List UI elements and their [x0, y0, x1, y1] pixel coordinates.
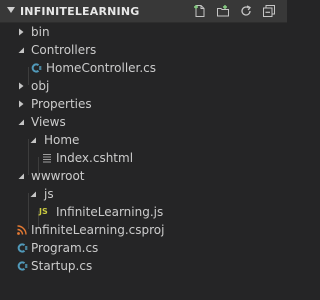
tree-item-home[interactable]: Home [0, 131, 287, 149]
csharp-file-icon [31, 63, 42, 73]
tree-item-label: Properties [31, 97, 92, 111]
chevron-right-icon[interactable] [17, 28, 25, 36]
tree-item-label: bin [31, 25, 50, 39]
chevron-down-icon[interactable] [17, 118, 25, 126]
tree-item-label: Home [44, 133, 80, 147]
tree-item-label: js [44, 187, 54, 201]
tree-item-index-cshtml[interactable]: Index.cshtml [0, 149, 287, 167]
cshtml-file-icon [43, 154, 51, 163]
tree-item-obj[interactable]: obj [0, 77, 287, 95]
tree-item-controllers[interactable]: Controllers [0, 41, 287, 59]
chevron-right-icon[interactable] [17, 82, 25, 90]
tree-item-label: obj [31, 79, 50, 93]
tree-item-program-cs[interactable]: Program.cs [0, 239, 287, 257]
explorer-section-header[interactable]: INFINITELEARNING [0, 0, 287, 23]
tree-item-label: Program.cs [31, 241, 99, 255]
collapse-all-icon[interactable] [262, 4, 276, 18]
tree-item-homecontroller[interactable]: HomeController.cs [0, 59, 287, 77]
tree-item-csproj[interactable]: InfiniteLearning.csproj [0, 221, 287, 239]
tree-item-properties[interactable]: Properties [0, 95, 287, 113]
chevron-right-icon[interactable] [17, 100, 25, 108]
workspace-title: INFINITELEARNING [20, 5, 140, 18]
tree-item-bin[interactable]: bin [0, 23, 287, 41]
tree-item-startup-cs[interactable]: Startup.cs [0, 257, 287, 275]
tree-item-label: Controllers [31, 43, 97, 57]
new-file-icon[interactable] [193, 4, 207, 18]
tree-item-js[interactable]: js [0, 185, 287, 203]
tree-item-label: Startup.cs [31, 259, 93, 273]
js-file-icon: JS [39, 207, 48, 216]
chevron-down-icon[interactable] [7, 7, 15, 13]
csharp-file-icon [17, 261, 28, 271]
tree-item-views[interactable]: Views [0, 113, 287, 131]
chevron-down-icon[interactable] [17, 172, 25, 180]
chevron-down-icon[interactable] [29, 136, 37, 144]
csharp-file-icon [17, 243, 28, 253]
tree-item-label: HomeController.cs [46, 61, 157, 75]
tree-item-label: InfiniteLearning.csproj [31, 223, 165, 237]
refresh-icon[interactable] [239, 4, 253, 18]
tree-item-wwwroot[interactable]: wwwroot [0, 167, 287, 185]
csproj-file-icon [17, 225, 27, 235]
tree-item-infinitelearning-js[interactable]: JS InfiniteLearning.js [0, 203, 287, 221]
tree-item-label: InfiniteLearning.js [56, 205, 164, 219]
tree-item-label: wwwroot [31, 169, 85, 183]
chevron-down-icon[interactable] [29, 190, 37, 198]
new-folder-icon[interactable] [216, 4, 230, 18]
tree-item-label: Index.cshtml [56, 151, 134, 165]
tree-item-label: Views [31, 115, 66, 129]
chevron-down-icon[interactable] [17, 46, 25, 54]
